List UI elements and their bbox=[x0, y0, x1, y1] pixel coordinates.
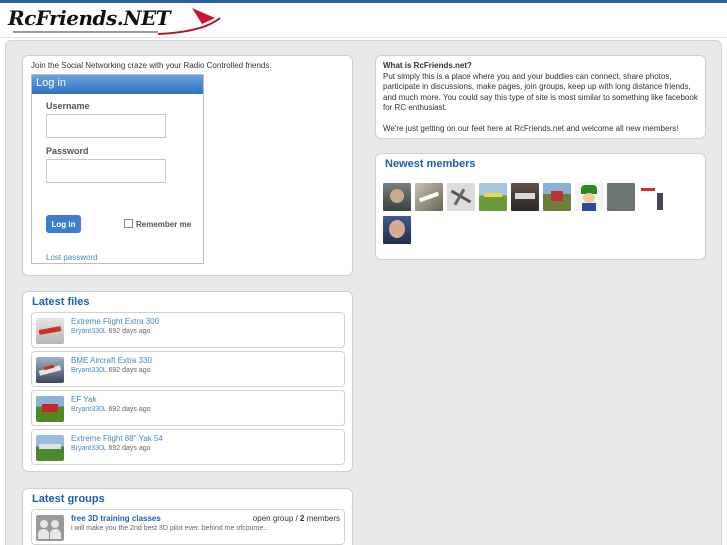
file-age: 692 days ago bbox=[108, 445, 151, 452]
site-logo[interactable]: RcFriends.NET bbox=[8, 4, 228, 36]
member-avatar[interactable] bbox=[447, 183, 475, 211]
file-age: 692 days ago bbox=[108, 367, 151, 374]
remember-me-label: Remember me bbox=[136, 220, 192, 229]
group-members-label: members bbox=[306, 514, 340, 523]
password-label: Password bbox=[46, 146, 89, 156]
about-welcome: We're just getting on our feet here at R… bbox=[383, 123, 679, 133]
member-avatar[interactable] bbox=[479, 183, 507, 211]
file-user[interactable]: Bryant330L bbox=[71, 445, 107, 452]
intro-text: Join the Social Networking craze with yo… bbox=[31, 61, 272, 70]
welcome-panel: Join the Social Networking craze with yo… bbox=[22, 55, 353, 276]
header-stripe bbox=[0, 0, 727, 3]
group-title[interactable]: free 3D training classes bbox=[71, 514, 161, 523]
latest-groups-title: Latest groups bbox=[32, 493, 105, 505]
content-frame: Join the Social Networking craze with yo… bbox=[5, 40, 722, 545]
username-input[interactable] bbox=[46, 114, 166, 138]
latest-files-panel: Latest files Extreme Flight Extra 300 Br… bbox=[22, 291, 353, 472]
member-avatar[interactable] bbox=[383, 183, 411, 211]
file-user[interactable]: Bryant330L bbox=[71, 406, 107, 413]
file-meta: Bryant330L 692 days ago bbox=[71, 445, 151, 452]
file-thumbnail bbox=[36, 435, 64, 461]
file-item[interactable]: BME Aircraft Extra 330 Bryant330L 692 da… bbox=[31, 351, 345, 387]
login-title: Log in bbox=[32, 75, 203, 94]
newest-members-title: Newest members bbox=[385, 158, 476, 170]
group-info: open group / 2 members bbox=[253, 514, 340, 523]
logo-swoosh-icon bbox=[13, 8, 221, 35]
member-avatar[interactable] bbox=[415, 183, 443, 211]
about-panel: What is RcFriends.net? Put simply this i… bbox=[375, 55, 706, 139]
member-avatar[interactable] bbox=[383, 216, 411, 244]
login-form: Log in Username Password Log in Remember… bbox=[31, 74, 204, 264]
file-user[interactable]: Bryant330L bbox=[71, 367, 107, 374]
file-age: 692 days ago bbox=[108, 328, 151, 335]
group-item[interactable]: free 3D training classes i will make you… bbox=[31, 509, 345, 545]
file-thumbnail bbox=[36, 396, 64, 422]
header: RcFriends.NET bbox=[0, 0, 727, 38]
file-title[interactable]: Extreme Flight 88" Yak 54 bbox=[71, 434, 163, 443]
file-thumbnail bbox=[36, 357, 64, 383]
file-age: 692 days ago bbox=[108, 406, 151, 413]
file-meta: Bryant330L 692 days ago bbox=[71, 406, 151, 413]
file-title[interactable]: BME Aircraft Extra 330 bbox=[71, 356, 152, 365]
member-avatar[interactable] bbox=[575, 183, 603, 211]
group-description: i will make you the 2nd best 3D pilot ev… bbox=[71, 525, 270, 532]
member-avatar[interactable] bbox=[607, 183, 635, 211]
login-button[interactable]: Log in bbox=[46, 215, 81, 233]
file-title[interactable]: Extreme Flight Extra 300 bbox=[71, 317, 159, 326]
remember-me-checkbox[interactable] bbox=[124, 219, 133, 228]
group-type: open group / bbox=[252, 514, 298, 523]
group-icon bbox=[36, 515, 64, 541]
file-thumbnail bbox=[36, 318, 64, 344]
newest-members-panel: Newest members bbox=[375, 153, 706, 260]
lost-password-link[interactable]: Lost password bbox=[46, 253, 98, 262]
file-title[interactable]: EF Yak bbox=[71, 395, 97, 404]
file-meta: Bryant330L 692 days ago bbox=[71, 328, 151, 335]
latest-groups-panel: Latest groups free 3D training classes i… bbox=[22, 488, 353, 545]
file-item[interactable]: Extreme Flight 88" Yak 54 Bryant330L 692… bbox=[31, 429, 345, 465]
about-title: What is RcFriends.net? bbox=[383, 61, 472, 70]
file-item[interactable]: EF Yak Bryant330L 692 days ago bbox=[31, 390, 345, 426]
member-avatar[interactable] bbox=[543, 183, 571, 211]
latest-files-title: Latest files bbox=[32, 296, 90, 308]
group-member-count: 2 bbox=[299, 514, 305, 523]
file-user[interactable]: Bryant330L bbox=[71, 328, 107, 335]
file-item[interactable]: Extreme Flight Extra 300 Bryant330L 692 … bbox=[31, 312, 345, 348]
file-meta: Bryant330L 692 days ago bbox=[71, 367, 151, 374]
about-text: Put simply this is a place where you and… bbox=[383, 71, 698, 113]
password-input[interactable] bbox=[46, 159, 166, 183]
member-avatar[interactable] bbox=[511, 183, 539, 211]
username-label: Username bbox=[46, 101, 90, 111]
member-avatar[interactable] bbox=[639, 183, 667, 211]
